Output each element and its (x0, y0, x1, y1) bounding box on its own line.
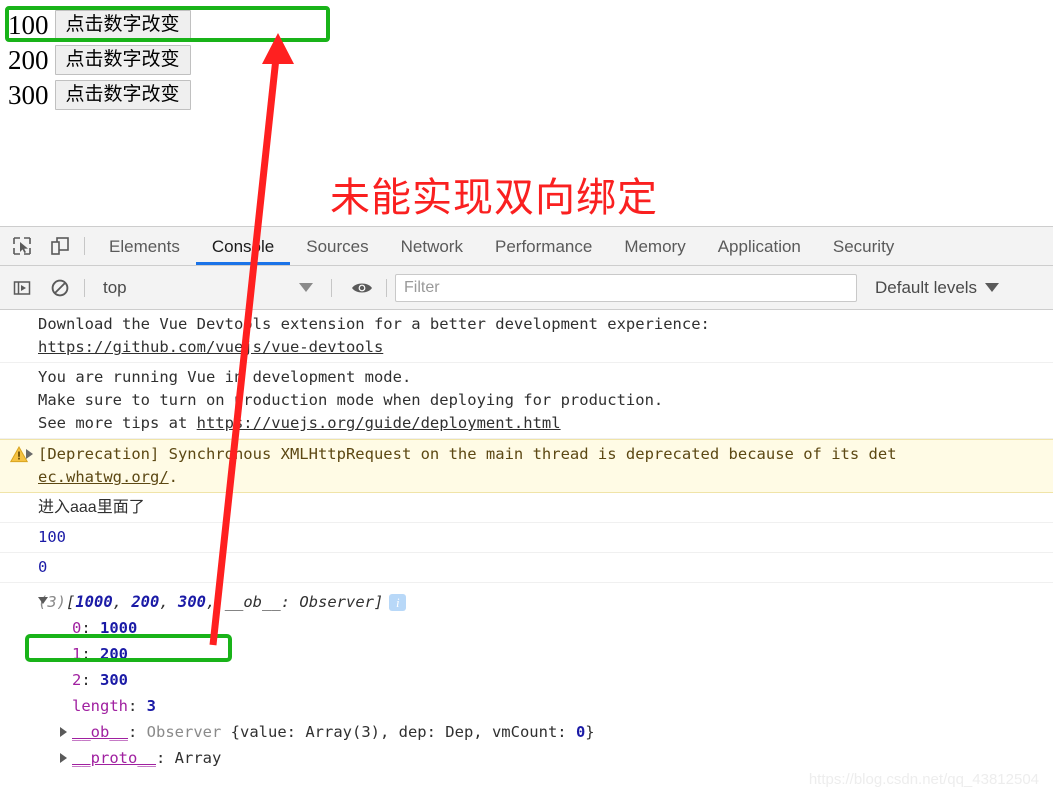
tab-application[interactable]: Application (702, 227, 817, 265)
tab-sources[interactable]: Sources (290, 227, 384, 265)
execution-context-value: top (103, 277, 127, 297)
logged-number: 0 (38, 558, 48, 576)
item-value: 300 (8, 80, 49, 110)
vue-deployment-link[interactable]: https://vuejs.org/guide/deployment.html (197, 414, 561, 432)
execution-context-select[interactable]: top (93, 278, 323, 298)
item-value: 100 (8, 10, 49, 40)
property-key: __proto__ (72, 749, 156, 767)
property-key: __ob__ (72, 723, 128, 741)
whatwg-spec-link[interactable]: ec.whatwg.org/ (38, 468, 169, 486)
tab-console[interactable]: Console (195, 227, 291, 265)
array-property-row[interactable]: 2: 300 (0, 667, 1053, 693)
filterbar-divider (84, 278, 85, 297)
property-value: 200 (100, 645, 129, 663)
filterbar-divider-3 (386, 278, 387, 297)
change-number-button[interactable]: 点击数字改变 (54, 45, 191, 75)
info-icon[interactable]: i (389, 594, 407, 611)
device-toolbar-icon[interactable] (44, 231, 76, 261)
property-value: 3 (146, 697, 157, 715)
property-value: 300 (100, 671, 129, 689)
array-item-0: 1000 (75, 593, 113, 611)
filterbar-divider-2 (331, 278, 332, 297)
observer-body-close: } (585, 723, 595, 741)
console-message: 100 (0, 523, 1053, 553)
property-value: 1000 (100, 619, 138, 637)
show-console-sidebar-icon[interactable] (6, 273, 38, 303)
property-key: length (72, 697, 128, 715)
observer-class: Observer (299, 593, 375, 611)
observer-class-name: Observer (146, 723, 222, 741)
observer-property-row[interactable]: __ob__: Observer {value: Array(3), dep: … (0, 719, 1053, 745)
message-line: You are running Vue in development mode. (38, 368, 412, 386)
toolbar-divider (84, 237, 85, 255)
message-line: [Deprecation] Synchronous XMLHttpRequest… (38, 445, 897, 463)
tab-security[interactable]: Security (817, 227, 910, 265)
message-line: Download the Vue Devtools extension for … (38, 315, 710, 333)
property-value: Array (174, 749, 222, 767)
array-property-row[interactable]: 0: 1000 (0, 615, 1053, 641)
chevron-down-icon (299, 283, 313, 292)
message-line-suffix: . (168, 468, 178, 486)
observer-key: __ob__ (224, 593, 281, 611)
change-number-button[interactable]: 点击数字改变 (54, 80, 191, 110)
expand-observer-triangle-icon[interactable] (60, 727, 67, 737)
console-message: 进入aaa里面了 (0, 493, 1053, 523)
message-line: Make sure to turn on production mode whe… (38, 391, 664, 409)
logged-number: 100 (38, 528, 66, 546)
console-warning-message: [Deprecation] Synchronous XMLHttpRequest… (0, 439, 1053, 493)
property-key: 2 (72, 671, 82, 689)
vue-item-row: 300 点击数字改变 (8, 80, 191, 110)
log-levels-value: Default levels (875, 277, 978, 297)
inspect-cursor-icon[interactable] (6, 231, 38, 261)
vue-item-row: 100 点击数字改变 (8, 10, 191, 40)
property-key: 0 (72, 619, 82, 637)
message-line: ec.whatwg.org/. (38, 466, 1053, 489)
array-property-row[interactable]: 1: 200 (0, 641, 1053, 667)
tab-performance[interactable]: Performance (479, 227, 608, 265)
array-bracket-open: [ (66, 593, 76, 611)
array-bracket-close: ] (374, 593, 384, 611)
array-item-1: 200 (131, 593, 160, 611)
devtools-tabbar: Elements Console Sources Network Perform… (0, 227, 1053, 266)
log-levels-select[interactable]: Default levels (875, 277, 1000, 298)
devtools-panel: Elements Console Sources Network Perform… (0, 226, 1053, 796)
tab-memory[interactable]: Memory (608, 227, 701, 265)
console-message: 0 (0, 553, 1053, 583)
proto-property-row[interactable]: __proto__: Array (0, 745, 1053, 771)
property-key: 1 (72, 645, 82, 663)
annotation-label: 未能实现双向绑定 (330, 176, 658, 220)
vm-count-value: 0 (575, 723, 586, 741)
array-length-row[interactable]: length: 3 (0, 693, 1053, 719)
vue-devtools-link[interactable]: https://github.com/vuejs/vue-devtools (38, 338, 383, 356)
tab-elements[interactable]: Elements (93, 227, 196, 265)
console-filter-input[interactable] (395, 273, 857, 302)
message-line-prefix: See more tips at (38, 414, 197, 432)
array-item-2: 300 (178, 593, 207, 611)
chevron-down-icon (985, 283, 1000, 292)
console-message: Download the Vue Devtools extension for … (0, 310, 1053, 363)
array-preview-row[interactable]: (3)[1000, 200, 300, __ob__: Observer] i (0, 589, 1053, 615)
watermark-text: https://blog.csdn.net/qq_43812504 (808, 771, 1039, 788)
clear-console-icon[interactable] (44, 273, 76, 303)
expand-warning-triangle-icon[interactable] (26, 449, 33, 459)
live-expression-eye-icon[interactable] (346, 273, 378, 303)
console-message-list[interactable]: Download the Vue Devtools extension for … (0, 310, 1053, 794)
item-value: 200 (8, 45, 49, 75)
observer-body-open: {value: Array(3), dep: Dep, vmCount: (230, 723, 576, 741)
vue-item-row: 200 点击数字改变 (8, 45, 191, 75)
console-message: You are running Vue in development mode.… (0, 363, 1053, 439)
collapse-array-triangle-icon[interactable] (38, 597, 48, 604)
tab-network[interactable]: Network (385, 227, 479, 265)
expand-proto-triangle-icon[interactable] (60, 753, 67, 763)
message-line: See more tips at https://vuejs.org/guide… (38, 412, 1053, 435)
vue-app-page: 100 点击数字改变 200 点击数字改变 300 点击数字改变 未能实现双向绑… (0, 0, 1053, 226)
console-filter-bar: top Default levels (0, 266, 1053, 310)
change-number-button[interactable]: 点击数字改变 (54, 10, 191, 40)
